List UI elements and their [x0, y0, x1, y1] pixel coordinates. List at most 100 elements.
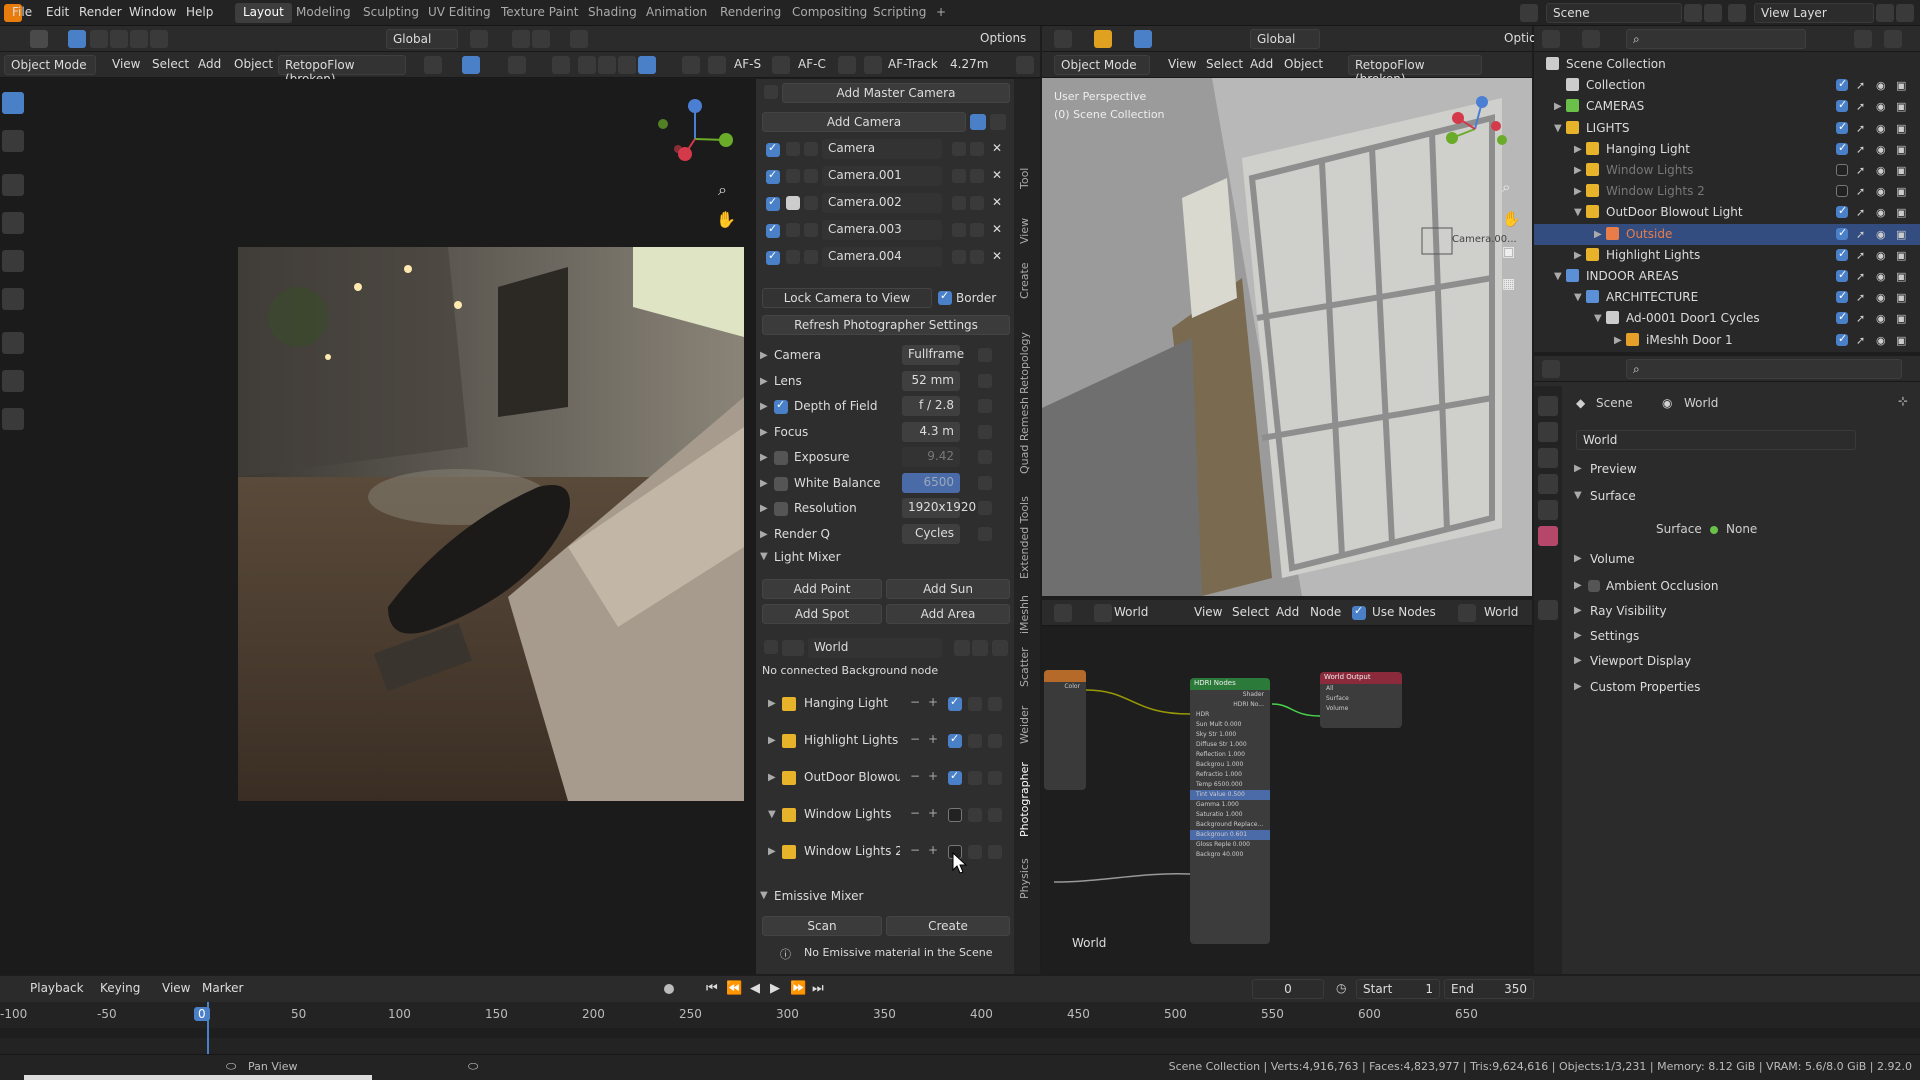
camera-name-field[interactable]: Camera.001: [822, 166, 942, 186]
af-s-button[interactable]: AF-S: [728, 55, 767, 75]
right-menu-object[interactable]: Object: [1278, 55, 1329, 75]
selectable-icon[interactable]: ➚: [1856, 122, 1869, 135]
light-group-enabled-checkbox[interactable]: [948, 732, 962, 748]
world-name-field[interactable]: World: [808, 638, 942, 658]
right-menu-add[interactable]: Add: [1244, 55, 1279, 75]
section-ambient-occlusion[interactable]: Ambient Occlusion: [1606, 579, 1718, 593]
outliner-item-window-lights-2[interactable]: ▶ Window Lights 2 ➚ ◉ ▣: [1534, 181, 1920, 202]
camera-render-icon[interactable]: [786, 169, 800, 183]
outliner-item-highlight-lights[interactable]: ▶ Highlight Lights ➚ ◉ ▣: [1534, 245, 1920, 266]
camera-enabled-checkbox[interactable]: [766, 222, 780, 238]
refresh-settings-button[interactable]: Refresh Photographer Settings: [762, 315, 1010, 335]
world-properties-tab[interactable]: [1538, 526, 1558, 546]
selectable-icon[interactable]: ➚: [1856, 143, 1869, 156]
decrease-icon[interactable]: −: [910, 695, 920, 709]
clock-icon[interactable]: ◷: [1336, 981, 1346, 995]
proportional-edit-icon[interactable]: [570, 30, 588, 48]
camera-list-item[interactable]: Camera.004 ✕: [756, 247, 1014, 271]
new-collection-icon[interactable]: [1884, 30, 1902, 48]
menu-file[interactable]: File: [12, 5, 32, 19]
rotate-tool[interactable]: [2, 212, 24, 234]
tab-layout[interactable]: Layout: [235, 3, 292, 23]
expand-icon[interactable]: ▶: [1554, 101, 1562, 112]
expand-icon[interactable]: ▼: [1574, 490, 1582, 501]
eye-icon[interactable]: ◉: [1876, 312, 1889, 325]
select-tool[interactable]: [2, 92, 24, 114]
render-icon[interactable]: ▣: [1896, 228, 1909, 241]
sidebar-tab-imeshh[interactable]: iMeshh: [1018, 595, 1031, 634]
exposure-checkbox[interactable]: [774, 451, 788, 465]
outliner-item-scene-collection[interactable]: Scene Collection: [1534, 54, 1920, 75]
select-tool-icon[interactable]: [30, 30, 48, 48]
unlink-world-icon[interactable]: [992, 640, 1008, 656]
exclude-checkbox[interactable]: [1836, 332, 1848, 346]
viewport-visibility-icon[interactable]: [968, 808, 982, 822]
world-type-icon[interactable]: [782, 640, 804, 656]
render-visibility-icon[interactable]: [988, 808, 1002, 822]
menu-edit[interactable]: Edit: [46, 5, 69, 19]
eye-icon[interactable]: ◉: [1876, 100, 1889, 113]
camera-name-field[interactable]: Camera.002: [822, 193, 942, 213]
mode-dropdown[interactable]: Object Mode: [4, 55, 96, 75]
node-socket-row[interactable]: Backgrou 1.000: [1190, 760, 1270, 770]
outliner-item-outdoor-blowout-light[interactable]: ▼ OutDoor Blowout Light ➚ ◉ ▣: [1534, 202, 1920, 223]
wireframe-shading-icon[interactable]: [578, 56, 596, 74]
node-socket-row[interactable]: HDRI No...: [1190, 700, 1270, 710]
add-workspace-button[interactable]: +: [928, 3, 954, 23]
expand-icon[interactable]: ▶: [760, 452, 768, 463]
setting-value[interactable]: 1920x1920: [902, 498, 976, 518]
node-editor-type-icon[interactable]: [1054, 604, 1072, 622]
camera-list-options-icon[interactable]: [990, 114, 1006, 130]
render-visibility-icon[interactable]: [988, 734, 1002, 748]
viewport-visibility-icon[interactable]: [968, 845, 982, 859]
light-group-row[interactable]: ▶ Window Lights 2− +: [756, 841, 1014, 865]
setting-resolution[interactable]: ▶ Resolution 1920x1920: [756, 498, 1014, 522]
node-socket-row[interactable]: Shader: [1190, 690, 1270, 700]
light-group-enabled-checkbox[interactable]: [948, 769, 962, 785]
menu-window[interactable]: Window: [129, 5, 176, 19]
render-icon[interactable]: ▣: [1896, 291, 1909, 304]
camera-enabled-checkbox[interactable]: [766, 141, 780, 157]
camera-render-icon[interactable]: [786, 196, 800, 210]
setting-presets-icon[interactable]: [978, 501, 992, 515]
viewport-visibility-icon[interactable]: [968, 697, 982, 711]
editor-type-icon[interactable]: [1054, 30, 1072, 48]
node-menu-node[interactable]: Node: [1304, 603, 1347, 623]
expand-icon[interactable]: ▼: [1554, 271, 1562, 282]
expand-icon[interactable]: ▼: [1574, 207, 1582, 218]
exclude-checkbox[interactable]: [1836, 226, 1848, 240]
render-icon[interactable]: ▣: [1896, 143, 1909, 156]
setting-presets-icon[interactable]: [978, 348, 992, 362]
resolution-checkbox[interactable]: [774, 502, 788, 516]
node-socket-row[interactable]: Temp 6500.000: [1190, 780, 1270, 790]
expand-icon[interactable]: ▶: [760, 529, 768, 540]
play-reverse-icon[interactable]: ◀: [750, 981, 760, 996]
duplicate-world-icon[interactable]: [972, 640, 988, 656]
add-master-camera-button[interactable]: Add Master Camera: [782, 83, 1010, 103]
render-icon[interactable]: ▣: [1896, 164, 1909, 177]
current-frame-field[interactable]: 0: [1252, 979, 1324, 999]
remove-camera-icon[interactable]: ✕: [992, 222, 1002, 236]
render-visibility-icon[interactable]: [988, 845, 1002, 859]
menu-help[interactable]: Help: [186, 5, 213, 19]
expand-icon[interactable]: ▶: [1574, 463, 1582, 474]
light-group-row[interactable]: ▼ Window Lights − +: [756, 804, 1014, 828]
node-menu-add[interactable]: Add: [1270, 603, 1305, 623]
expand-icon[interactable]: ▶: [1574, 186, 1582, 197]
viewport-visibility-icon[interactable]: [968, 734, 982, 748]
record-icon[interactable]: [664, 984, 674, 994]
play-icon[interactable]: ▶: [770, 981, 780, 996]
outliner-item-ad-0001-door1-cycles[interactable]: ▼ Ad-0001 Door1 Cycles ➚ ◉ ▣: [1534, 308, 1920, 329]
camera-list-item[interactable]: Camera ✕: [756, 139, 1014, 163]
node-socket-row[interactable]: Refractio 1.000: [1190, 770, 1270, 780]
hand-pan-icon[interactable]: ✋: [716, 210, 736, 229]
decrease-icon[interactable]: −: [910, 843, 920, 857]
output-properties-tab[interactable]: [1538, 448, 1558, 468]
increase-icon[interactable]: +: [928, 732, 938, 746]
expand-icon[interactable]: ▶: [760, 350, 768, 361]
expand-icon[interactable]: ▶: [768, 698, 776, 709]
camera-name-field[interactable]: Camera.004: [822, 247, 942, 267]
properties-search-input[interactable]: ⌕: [1626, 359, 1902, 379]
node-socket-row[interactable]: Tint Value 0.500: [1190, 790, 1270, 800]
sidebar-tab-physics[interactable]: Physics: [1018, 858, 1031, 899]
